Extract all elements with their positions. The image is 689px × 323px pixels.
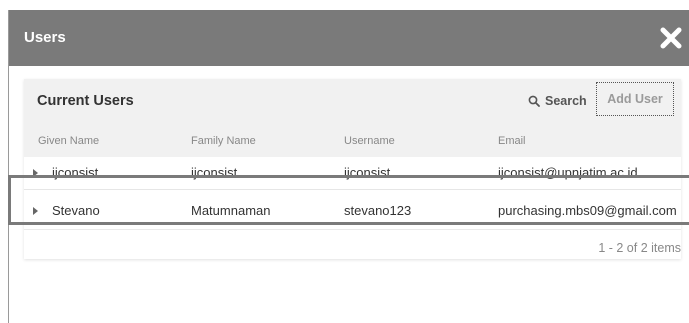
- panel-header: Current Users Search Add User: [24, 79, 681, 125]
- cell-given-name: ijconsist: [52, 165, 99, 180]
- close-icon: [660, 27, 682, 49]
- users-dialog: Users Current Users Search Add User Give…: [8, 10, 689, 323]
- column-header-email[interactable]: Email: [498, 135, 526, 147]
- search-icon: [528, 95, 540, 107]
- add-user-button[interactable]: Add User: [596, 82, 674, 116]
- search-button[interactable]: Search: [520, 88, 595, 114]
- pager-divider: [24, 229, 681, 230]
- cell-username: ijconsist: [344, 165, 391, 180]
- search-button-label: Search: [545, 94, 587, 108]
- cell-given-name: Stevano: [52, 203, 100, 218]
- pager-info: 1 - 2 of 2 items: [598, 241, 681, 255]
- column-header-family-name[interactable]: Family Name: [191, 135, 256, 147]
- cell-family-name: Matumnaman: [191, 203, 271, 218]
- top-strip: [0, 0, 689, 11]
- expand-row-icon[interactable]: [33, 169, 38, 177]
- dialog-title: Users: [24, 29, 66, 46]
- close-button[interactable]: [659, 26, 683, 50]
- dialog-header: Users: [9, 10, 689, 66]
- cell-email: purchasing.mbs09@gmail.com: [498, 203, 677, 218]
- column-header-username[interactable]: Username: [344, 135, 395, 147]
- column-header-given-name[interactable]: Given Name: [38, 135, 99, 147]
- panel-title: Current Users: [37, 93, 134, 109]
- table-row[interactable]: Stevano Matumnaman stevano123 purchasing…: [24, 195, 681, 227]
- expand-row-icon[interactable]: [33, 207, 38, 215]
- cell-email: ijconsist@upnjatim.ac.id: [498, 165, 638, 180]
- current-users-panel: Current Users Search Add User Given Name…: [24, 79, 681, 259]
- table-row[interactable]: ijconsist ijconsist ijconsist ijconsist@…: [24, 157, 681, 190]
- cell-username: stevano123: [344, 203, 412, 218]
- table-header: Given Name Family Name Username Email: [24, 125, 681, 157]
- cell-family-name: ijconsist: [191, 165, 238, 180]
